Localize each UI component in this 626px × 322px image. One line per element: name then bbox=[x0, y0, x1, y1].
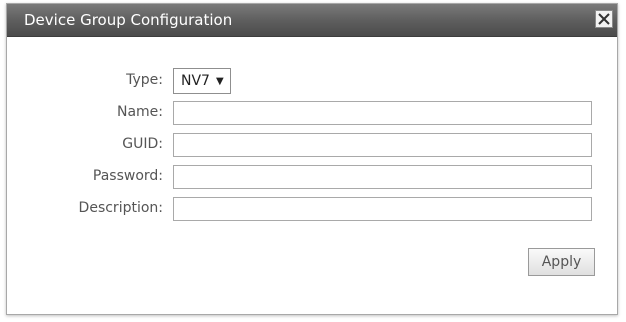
password-label: Password: bbox=[92, 168, 163, 184]
type-label: Type: bbox=[126, 72, 163, 88]
close-icon bbox=[598, 13, 610, 25]
name-input[interactable] bbox=[173, 101, 592, 125]
name-label: Name: bbox=[116, 104, 163, 120]
guid-row: GUID: bbox=[7, 132, 617, 158]
apply-button[interactable]: Apply bbox=[528, 248, 595, 276]
guid-input[interactable] bbox=[173, 133, 592, 157]
type-row: Type: NV7 ▼ bbox=[7, 68, 617, 94]
dialog-titlebar: Device Group Configuration bbox=[7, 4, 617, 37]
name-row: Name: bbox=[7, 100, 617, 126]
dropdown-arrow-icon: ▼ bbox=[215, 75, 224, 87]
device-group-config-dialog: Device Group Configuration Type: NV7 ▼ N… bbox=[6, 3, 618, 315]
description-label: Description: bbox=[78, 200, 163, 216]
password-input[interactable] bbox=[173, 165, 592, 189]
close-button[interactable] bbox=[595, 10, 613, 28]
dialog-title: Device Group Configuration bbox=[24, 11, 233, 29]
type-select[interactable]: NV7 ▼ bbox=[173, 68, 231, 94]
password-row: Password: bbox=[7, 164, 617, 190]
type-select-value: NV7 bbox=[181, 73, 210, 89]
guid-label: GUID: bbox=[122, 136, 163, 152]
description-input[interactable] bbox=[173, 197, 592, 221]
description-row: Description: bbox=[7, 196, 617, 222]
